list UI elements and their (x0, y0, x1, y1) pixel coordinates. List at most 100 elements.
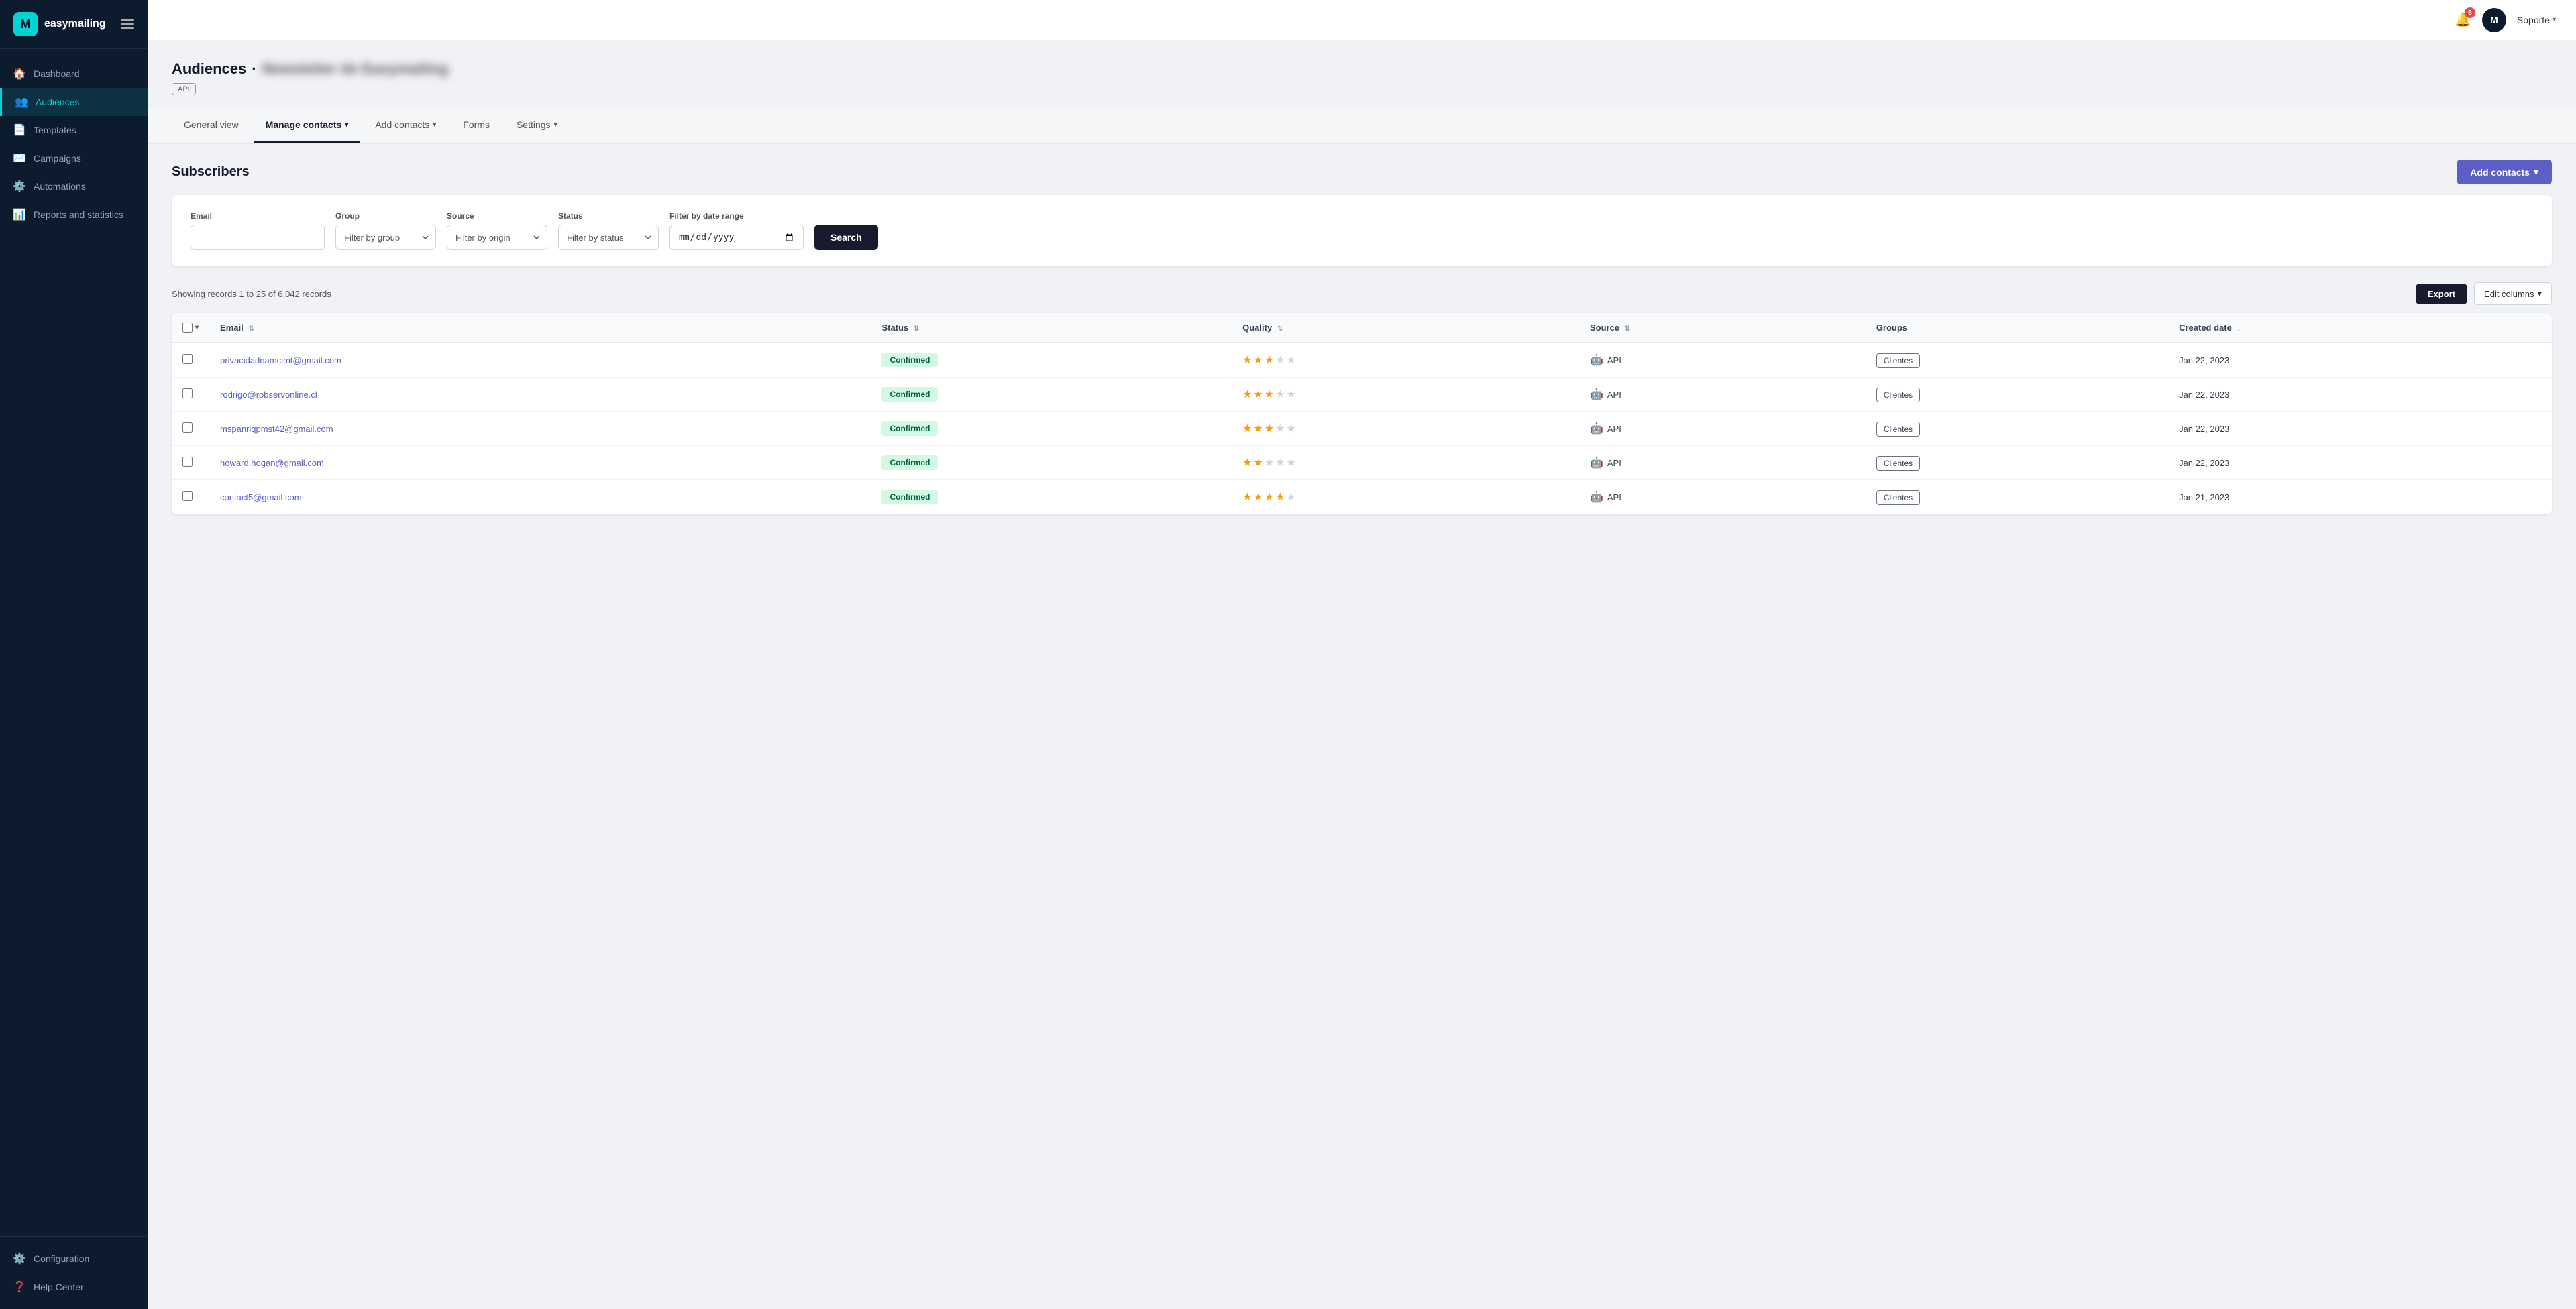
notification-button[interactable]: 🔔 5 (2455, 11, 2471, 28)
select-all-checkbox[interactable] (182, 323, 193, 333)
sidebar-item-label: Dashboard (34, 68, 80, 79)
sidebar-item-audiences[interactable]: 👥 Audiences (0, 88, 148, 116)
filled-star-icon: ★ (1253, 422, 1263, 435)
sidebar-item-label: Campaigns (34, 153, 81, 164)
export-button[interactable]: Export (2416, 284, 2467, 304)
email-link[interactable]: rodrigo@robservonline.cl (220, 390, 317, 400)
empty-star-icon: ★ (1287, 456, 1296, 469)
row-checkbox[interactable] (182, 388, 193, 398)
col-header-quality: Quality ⇅ (1232, 313, 1579, 343)
sort-icon[interactable]: ⇅ (1277, 325, 1283, 333)
filled-star-icon: ★ (1242, 490, 1252, 504)
group-badge: Clientes (1876, 353, 1920, 368)
date-range-input[interactable] (669, 225, 804, 250)
col-header-created-date: Created date ↓ (2168, 313, 2552, 343)
edit-columns-button[interactable]: Edit columns ▾ (2474, 282, 2552, 305)
subscribers-table: ▾ Email ⇅ Status ⇅ Q (172, 313, 2552, 514)
configuration-icon: ⚙️ (13, 1253, 25, 1265)
email-link[interactable]: mspanriqpmst42@gmail.com (220, 424, 333, 434)
templates-icon: 📄 (13, 124, 25, 136)
email-link[interactable]: privacidadnamcimt@gmail.com (220, 355, 341, 365)
row-email: rodrigo@robservonline.cl (209, 378, 871, 412)
sidebar-item-dashboard[interactable]: 🏠 Dashboard (0, 60, 148, 88)
email-input[interactable] (191, 225, 325, 250)
chevron-down-icon: ▾ (554, 121, 557, 129)
tab-forms[interactable]: Forms (451, 109, 502, 143)
row-checkbox-cell (172, 480, 209, 514)
logo-icon: M (13, 12, 38, 36)
hamburger-menu[interactable] (121, 19, 134, 29)
row-email: mspanriqpmst42@gmail.com (209, 412, 871, 446)
breadcrumb-separator: · (252, 60, 256, 78)
empty-star-icon: ★ (1287, 490, 1296, 504)
row-quality: ★★★★★ (1232, 343, 1579, 378)
tab-add-contacts[interactable]: Add contacts ▾ (363, 109, 448, 143)
sidebar-item-automations[interactable]: ⚙️ Automations (0, 172, 148, 201)
col-header-email: Email ⇅ (209, 313, 871, 343)
sort-icon[interactable]: ⇅ (1625, 325, 1630, 333)
date-range-label: Filter by date range (669, 211, 804, 221)
sort-desc-icon[interactable]: ↓ (2237, 325, 2240, 333)
sort-icon[interactable]: ⇅ (248, 325, 254, 333)
notification-badge: 5 (2465, 7, 2475, 18)
add-contacts-button[interactable]: Add contacts ▾ (2457, 160, 2552, 184)
tab-manage-contacts[interactable]: Manage contacts ▾ (254, 109, 361, 143)
user-menu[interactable]: Soporte ▾ (2517, 15, 2556, 25)
filled-star-icon: ★ (1242, 456, 1252, 469)
row-quality: ★★★★★ (1232, 480, 1579, 514)
row-created-date: Jan 22, 2023 (2168, 446, 2552, 480)
email-link[interactable]: howard.hogan@gmail.com (220, 458, 324, 468)
sidebar-item-label: Help Center (34, 1282, 84, 1292)
filled-star-icon: ★ (1253, 353, 1263, 367)
col-header-groups: Groups (1866, 313, 2168, 343)
chevron-down-icon: ▾ (2553, 16, 2556, 23)
app-name: easymailing (44, 18, 106, 30)
filled-star-icon: ★ (1242, 422, 1252, 435)
section-header: Subscribers Add contacts ▾ (172, 160, 2552, 184)
status-filter-group: Status Filter by status (558, 211, 659, 250)
group-select[interactable]: Filter by group (335, 225, 436, 250)
sidebar-item-reports[interactable]: 📊 Reports and statistics (0, 201, 148, 229)
empty-star-icon: ★ (1275, 422, 1285, 435)
empty-star-icon: ★ (1275, 388, 1285, 401)
row-status: Confirmed (871, 446, 1232, 480)
empty-star-icon: ★ (1287, 353, 1296, 367)
row-checkbox[interactable] (182, 422, 193, 433)
dropdown-chevron-icon[interactable]: ▾ (195, 324, 199, 331)
row-checkbox[interactable] (182, 354, 193, 364)
filled-star-icon: ★ (1242, 388, 1252, 401)
filled-star-icon: ★ (1253, 388, 1263, 401)
row-source: 🤖API (1579, 378, 1866, 412)
row-groups: Clientes (1866, 343, 2168, 378)
group-filter-label: Group (335, 211, 436, 221)
table-row: mspanriqpmst42@gmail.comConfirmed★★★★★🤖A… (172, 412, 2552, 446)
filled-star-icon: ★ (1265, 388, 1274, 401)
sort-icon[interactable]: ⇅ (914, 325, 919, 333)
group-badge: Clientes (1876, 422, 1920, 437)
sidebar-item-configuration[interactable]: ⚙️ Configuration (0, 1245, 148, 1273)
tab-settings[interactable]: Settings ▾ (504, 109, 570, 143)
status-select[interactable]: Filter by status (558, 225, 659, 250)
row-checkbox[interactable] (182, 491, 193, 501)
row-checkbox-cell (172, 446, 209, 480)
filled-star-icon: ★ (1265, 422, 1274, 435)
empty-star-icon: ★ (1275, 456, 1285, 469)
search-button[interactable]: Search (814, 225, 878, 250)
row-checkbox[interactable] (182, 457, 193, 467)
group-badge: Clientes (1876, 490, 1920, 505)
sidebar-item-help[interactable]: ❓ Help Center (0, 1273, 148, 1301)
chevron-down-icon: ▾ (433, 121, 436, 129)
sidebar-item-templates[interactable]: 📄 Templates (0, 116, 148, 144)
audience-name: Newsletter de Easymailing (262, 60, 449, 78)
source-select[interactable]: Filter by origin (447, 225, 547, 250)
group-badge: Clientes (1876, 456, 1920, 471)
row-created-date: Jan 22, 2023 (2168, 378, 2552, 412)
email-link[interactable]: contact5@gmail.com (220, 492, 302, 502)
avatar[interactable]: M (2482, 8, 2506, 32)
tab-general-view[interactable]: General view (172, 109, 251, 143)
sidebar-item-campaigns[interactable]: ✉️ Campaigns (0, 144, 148, 172)
chevron-down-icon: ▾ (2537, 288, 2542, 299)
row-created-date: Jan 22, 2023 (2168, 343, 2552, 378)
status-badge: Confirmed (881, 455, 938, 470)
row-groups: Clientes (1866, 446, 2168, 480)
